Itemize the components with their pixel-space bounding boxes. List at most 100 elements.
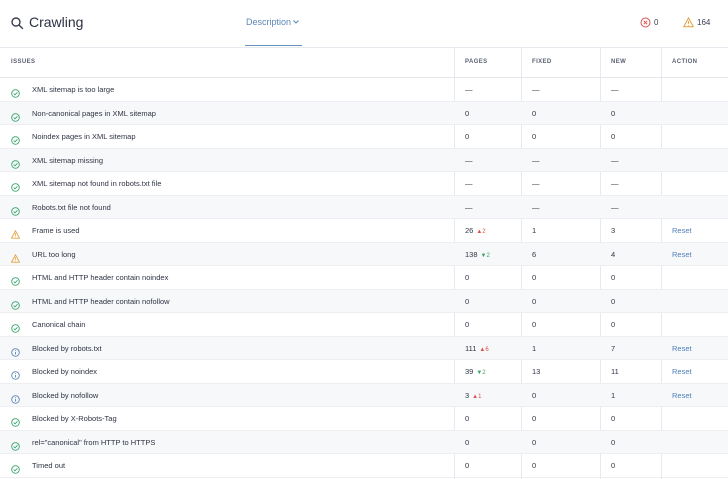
fixed-value[interactable]: 0 xyxy=(532,461,536,470)
pages-value[interactable]: 111 xyxy=(465,344,476,353)
table-row[interactable]: rel="canonical" from HTTP to HTTPS 0 0 0 xyxy=(0,430,728,454)
table-row[interactable]: Blocked by noindex 39 ▼2 13 11 Reset xyxy=(0,360,728,384)
new-value[interactable]: 1 xyxy=(611,391,615,400)
fixed-value[interactable]: — xyxy=(532,156,540,165)
check-circle-icon xyxy=(11,203,20,216)
pages-value[interactable]: 0 xyxy=(465,438,469,447)
fixed-value[interactable]: 0 xyxy=(532,438,536,447)
pages-value[interactable]: 0 xyxy=(465,297,469,306)
new-value[interactable]: 0 xyxy=(611,320,615,329)
reset-link[interactable]: Reset xyxy=(672,367,692,376)
pages-value[interactable]: 0 xyxy=(465,109,469,118)
table-row[interactable]: XML sitemap not found in robots.txt file… xyxy=(0,172,728,196)
pages-value[interactable]: 39 xyxy=(465,367,473,376)
new-value[interactable]: 0 xyxy=(611,297,615,306)
issue-name[interactable]: Blocked by nofollow xyxy=(32,391,98,400)
issue-name[interactable]: Blocked by X-Robots-Tag xyxy=(32,414,117,423)
issue-name[interactable]: HTML and HTTP header contain noindex xyxy=(32,273,168,282)
issue-name[interactable]: Non-canonical pages in XML sitemap xyxy=(32,109,156,118)
fixed-value[interactable]: 0 xyxy=(532,391,536,400)
reset-link[interactable]: Reset xyxy=(672,344,692,353)
pages-value[interactable]: — xyxy=(465,156,473,165)
column-header-new[interactable]: NEW xyxy=(611,59,626,65)
fixed-value[interactable]: — xyxy=(532,85,540,94)
pages-value[interactable]: — xyxy=(465,203,473,212)
new-value[interactable]: 3 xyxy=(611,226,615,235)
table-row[interactable]: Non-canonical pages in XML sitemap 0 0 0 xyxy=(0,101,728,125)
new-value[interactable]: — xyxy=(611,85,619,94)
table-row[interactable]: Timed out 0 0 0 xyxy=(0,454,728,478)
fixed-value[interactable]: 0 xyxy=(532,414,536,423)
new-value[interactable]: 0 xyxy=(611,109,615,118)
table-row[interactable]: Canonical chain 0 0 0 xyxy=(0,313,728,337)
column-header-issues[interactable]: ISSUES xyxy=(11,59,35,65)
issue-name[interactable]: Frame is used xyxy=(32,226,80,235)
new-value[interactable]: 11 xyxy=(611,367,619,376)
pages-value[interactable]: 26 xyxy=(465,226,473,235)
reset-link[interactable]: Reset xyxy=(672,226,692,235)
pages-cell: 111 ▲6 xyxy=(465,344,489,353)
new-value[interactable]: — xyxy=(611,203,619,212)
fixed-value[interactable]: 0 xyxy=(532,109,536,118)
new-value[interactable]: 0 xyxy=(611,438,615,447)
reset-link[interactable]: Reset xyxy=(672,391,692,400)
pages-value[interactable]: 3 xyxy=(465,391,469,400)
table-row[interactable]: Blocked by robots.txt 111 ▲6 1 7 Reset xyxy=(0,336,728,360)
issue-name[interactable]: XML sitemap not found in robots.txt file xyxy=(32,179,161,188)
pages-value[interactable]: 0 xyxy=(465,273,469,282)
new-value[interactable]: 0 xyxy=(611,414,615,423)
pages-value[interactable]: 0 xyxy=(465,132,469,141)
issue-name[interactable]: Robots.txt file not found xyxy=(32,203,111,212)
fixed-value[interactable]: 1 xyxy=(532,344,536,353)
new-value[interactable]: 0 xyxy=(611,461,615,470)
fixed-value[interactable]: 0 xyxy=(532,273,536,282)
issue-name[interactable]: Noindex pages in XML sitemap xyxy=(32,132,136,141)
issue-name[interactable]: XML sitemap is too large xyxy=(32,85,114,94)
new-value[interactable]: — xyxy=(611,179,619,188)
column-header-fixed[interactable]: FIXED xyxy=(532,59,552,65)
search-icon[interactable] xyxy=(10,16,24,30)
issue-name[interactable]: URL too long xyxy=(32,250,76,259)
issue-name[interactable]: Blocked by robots.txt xyxy=(32,344,102,353)
table-row[interactable]: Robots.txt file not found — — — xyxy=(0,195,728,219)
table-row[interactable]: Blocked by nofollow 3 ▲1 0 1 Reset xyxy=(0,383,728,407)
warnings-count-value: 164 xyxy=(697,18,711,27)
issue-name[interactable]: rel="canonical" from HTTP to HTTPS xyxy=(32,438,155,447)
table-row[interactable]: HTML and HTTP header contain noindex 0 0 0 xyxy=(0,266,728,290)
fixed-value[interactable]: — xyxy=(532,179,540,188)
issue-name[interactable]: XML sitemap missing xyxy=(32,156,103,165)
fixed-value[interactable]: 1 xyxy=(532,226,536,235)
fixed-value[interactable]: — xyxy=(532,203,540,212)
fixed-value[interactable]: 13 xyxy=(532,367,540,376)
column-header-pages[interactable]: PAGES xyxy=(465,59,488,65)
table-row[interactable]: XML sitemap missing — — — xyxy=(0,148,728,172)
pages-value[interactable]: — xyxy=(465,179,473,188)
fixed-value[interactable]: 0 xyxy=(532,132,536,141)
issue-name[interactable]: Canonical chain xyxy=(32,320,85,329)
reset-link[interactable]: Reset xyxy=(672,250,692,259)
pages-value[interactable]: 0 xyxy=(465,461,469,470)
table-row[interactable]: Frame is used 26 ▲2 1 3 Reset xyxy=(0,219,728,243)
issue-name[interactable]: HTML and HTTP header contain nofollow xyxy=(32,297,170,306)
issue-name[interactable]: Blocked by noindex xyxy=(32,367,97,376)
issue-name[interactable]: Timed out xyxy=(32,461,65,470)
page-title: Crawling xyxy=(29,14,84,30)
pages-value[interactable]: — xyxy=(465,85,473,94)
new-value[interactable]: 0 xyxy=(611,132,615,141)
description-tab[interactable]: Description xyxy=(245,0,302,46)
pages-value[interactable]: 0 xyxy=(465,320,469,329)
pages-value[interactable]: 138 xyxy=(465,250,478,259)
new-value[interactable]: 4 xyxy=(611,250,615,259)
pages-value[interactable]: 0 xyxy=(465,414,469,423)
fixed-value[interactable]: 6 xyxy=(532,250,536,259)
table-row[interactable]: HTML and HTTP header contain nofollow 0 0 0 xyxy=(0,289,728,313)
new-value[interactable]: 7 xyxy=(611,344,615,353)
fixed-value[interactable]: 0 xyxy=(532,320,536,329)
table-row[interactable]: XML sitemap is too large — — — xyxy=(0,78,728,102)
fixed-value[interactable]: 0 xyxy=(532,297,536,306)
new-value[interactable]: 0 xyxy=(611,273,615,282)
table-row[interactable]: URL too long 138 ▼2 6 4 Reset xyxy=(0,242,728,266)
table-row[interactable]: Noindex pages in XML sitemap 0 0 0 xyxy=(0,125,728,149)
table-row[interactable]: Blocked by X-Robots-Tag 0 0 0 xyxy=(0,407,728,431)
new-value[interactable]: — xyxy=(611,156,619,165)
